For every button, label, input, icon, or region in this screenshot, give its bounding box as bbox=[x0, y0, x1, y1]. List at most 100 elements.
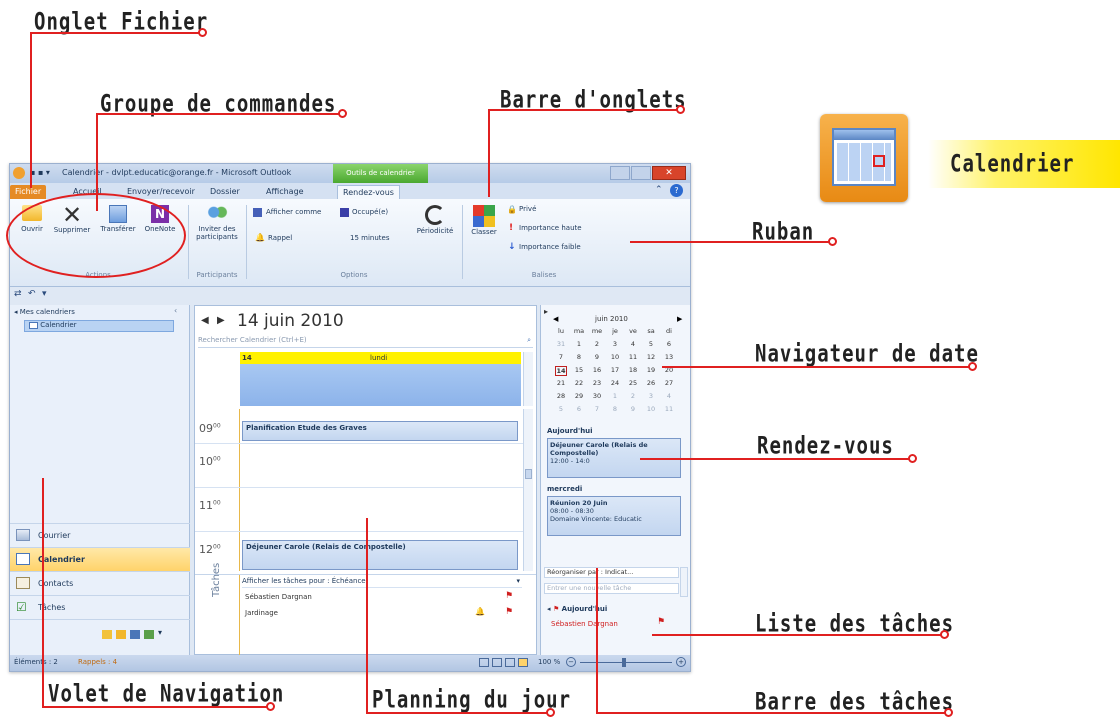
flag-icon[interactable]: ⚑ bbox=[657, 617, 665, 627]
mini-calendar-day[interactable]: 28 bbox=[555, 392, 567, 400]
outlook-icon[interactable] bbox=[13, 167, 25, 179]
mini-calendar-day[interactable]: 19 bbox=[645, 366, 657, 374]
mini-calendar-day[interactable]: 1 bbox=[609, 392, 621, 400]
mini-calendar-day[interactable]: 26 bbox=[645, 379, 657, 387]
mini-calendar-day[interactable]: 8 bbox=[609, 405, 621, 413]
mini-calendar-day[interactable]: 7 bbox=[555, 353, 567, 361]
time-grid-scrollbar[interactable] bbox=[523, 409, 533, 571]
task-item[interactable]: Sébastien Dargnan bbox=[245, 593, 312, 601]
qat-dropdown-icon[interactable]: ▾ bbox=[42, 289, 47, 299]
expand-todo-icon[interactable]: ▸ bbox=[544, 307, 548, 316]
mini-prev-month-icon[interactable]: ◀ bbox=[553, 315, 558, 323]
mini-calendar-day[interactable]: 9 bbox=[591, 353, 603, 361]
nav-courrier[interactable]: Courrier bbox=[10, 523, 190, 547]
flag-icon[interactable]: ⚑ bbox=[505, 591, 513, 601]
inviter-participants-button[interactable]: Inviter des participants bbox=[192, 205, 242, 241]
occupe-dropdown[interactable]: Occupé(e) bbox=[352, 208, 388, 216]
periodicite-button[interactable]: Périodicité bbox=[412, 205, 458, 235]
rappel-minutes-dropdown[interactable]: 15 minutes bbox=[350, 234, 389, 242]
afficher-comme-label[interactable]: Afficher comme bbox=[266, 208, 321, 216]
mini-calendar-day[interactable]: 18 bbox=[627, 366, 639, 374]
mini-calendar-day[interactable]: 3 bbox=[645, 392, 657, 400]
mini-calendar-day[interactable]: 15 bbox=[573, 366, 585, 374]
reminders-count[interactable]: Rappels : 4 bbox=[78, 658, 117, 666]
mini-calendar-day[interactable]: 17 bbox=[609, 366, 621, 374]
collapse-pane-icon[interactable]: ‹ bbox=[174, 306, 177, 315]
classer-button[interactable]: Classer bbox=[466, 205, 502, 236]
prev-day-icon[interactable]: ◀ bbox=[201, 315, 209, 326]
zoom-out-icon[interactable]: − bbox=[566, 657, 576, 667]
zoom-slider-thumb[interactable] bbox=[622, 658, 626, 667]
new-task-input[interactable]: Entrer une nouvelle tâche bbox=[544, 583, 679, 594]
flag-icon[interactable]: ⚑ bbox=[505, 607, 513, 617]
mini-calendar-day[interactable]: 10 bbox=[645, 405, 657, 413]
importance-haute-button[interactable]: Importance haute bbox=[519, 224, 582, 232]
nav-contacts[interactable]: Contacts bbox=[10, 571, 190, 595]
mini-calendar-day[interactable]: 27 bbox=[663, 379, 675, 387]
all-day-scrollbar[interactable] bbox=[523, 352, 533, 406]
mini-calendar-day[interactable]: 6 bbox=[573, 405, 585, 413]
zoom-in-icon[interactable]: + bbox=[676, 657, 686, 667]
mini-calendar-day[interactable]: 14 bbox=[555, 366, 567, 376]
mini-calendar-day[interactable]: 11 bbox=[663, 405, 675, 413]
nav-calendrier[interactable]: Calendrier bbox=[10, 547, 190, 571]
mini-next-month-icon[interactable]: ▶ bbox=[677, 315, 682, 323]
mes-calendriers-header[interactable]: ◂ Mes calendriers bbox=[14, 308, 75, 316]
view-month-icon[interactable] bbox=[518, 658, 528, 667]
mini-calendar-day[interactable]: 3 bbox=[609, 340, 621, 348]
appointment-planification[interactable]: Planification Etude des Graves bbox=[242, 421, 518, 441]
mini-calendar-day[interactable]: 29 bbox=[573, 392, 585, 400]
todo-scrollbar[interactable] bbox=[680, 567, 688, 597]
tab-dossier[interactable]: Dossier bbox=[205, 185, 245, 199]
notes-icon[interactable] bbox=[102, 630, 112, 639]
mini-calendar-day[interactable]: 22 bbox=[573, 379, 585, 387]
mini-calendar-day[interactable]: 21 bbox=[555, 379, 567, 387]
send-receive-icon[interactable]: ⇄ bbox=[14, 289, 22, 299]
journal-icon[interactable] bbox=[144, 630, 154, 639]
maximize-button[interactable] bbox=[631, 166, 651, 180]
all-day-area[interactable] bbox=[240, 364, 521, 406]
zoom-slider[interactable] bbox=[580, 662, 672, 663]
configure-buttons-icon[interactable]: ▾ bbox=[158, 628, 162, 637]
mini-calendar-day[interactable]: 31 bbox=[555, 340, 567, 348]
help-icon[interactable]: ? bbox=[670, 184, 683, 197]
arrange-by-dropdown[interactable]: Réorganiser par : Indicat... bbox=[544, 567, 679, 578]
mini-calendar-day[interactable]: 10 bbox=[609, 353, 621, 361]
calendar-folder-item[interactable]: Calendrier bbox=[24, 320, 174, 332]
task-group-today[interactable]: ◂ ⚑ Aujourd'hui bbox=[547, 605, 607, 613]
mini-calendar-day[interactable]: 23 bbox=[591, 379, 603, 387]
close-button[interactable]: ✕ bbox=[652, 166, 686, 180]
mini-calendar-day[interactable]: 11 bbox=[627, 353, 639, 361]
task-item[interactable]: Jardinage bbox=[245, 609, 278, 617]
shortcuts-icon[interactable] bbox=[130, 630, 140, 639]
mini-calendar-day[interactable]: 6 bbox=[663, 340, 675, 348]
folder-list-icon[interactable] bbox=[116, 630, 126, 639]
todo-task-item[interactable]: Sébastien Dargnan bbox=[551, 620, 618, 628]
upcoming-appointment-2[interactable]: Réunion 20 Juin 08:00 - 08:30 Domaine Vi… bbox=[547, 496, 681, 536]
mini-calendar-day[interactable]: 1 bbox=[573, 340, 585, 348]
task-filter-header[interactable]: Afficher les tâches pour : Échéance ▾ bbox=[242, 577, 522, 588]
mini-calendar-day[interactable]: 8 bbox=[573, 353, 585, 361]
tab-fichier[interactable]: Fichier bbox=[10, 185, 47, 199]
rappel-label[interactable]: Rappel bbox=[268, 234, 292, 242]
mini-calendar-day[interactable]: 2 bbox=[591, 340, 603, 348]
mini-calendar-day[interactable]: 16 bbox=[591, 366, 603, 374]
mini-calendar-day[interactable]: 25 bbox=[627, 379, 639, 387]
mini-calendar-day[interactable]: 4 bbox=[627, 340, 639, 348]
view-normal-icon[interactable] bbox=[479, 658, 489, 667]
mini-calendar-day[interactable]: 2 bbox=[627, 392, 639, 400]
mini-calendar-day[interactable]: 9 bbox=[627, 405, 639, 413]
nav-taches[interactable]: ☑ Tâches bbox=[10, 595, 190, 619]
prive-button[interactable]: Privé bbox=[519, 205, 536, 213]
next-day-icon[interactable]: ▶ bbox=[217, 315, 225, 326]
calendar-search-input[interactable]: Rechercher Calendrier (Ctrl+E) ⌕ bbox=[198, 336, 533, 348]
importance-faible-button[interactable]: Importance faible bbox=[519, 243, 581, 251]
day-header[interactable]: 14 lundi bbox=[240, 352, 521, 364]
mini-calendar-day[interactable]: 4 bbox=[663, 392, 675, 400]
undo-icon[interactable]: ↶ bbox=[28, 289, 36, 299]
tab-affichage[interactable]: Affichage bbox=[261, 185, 309, 199]
scroll-thumb[interactable] bbox=[525, 469, 532, 479]
mini-calendar-day[interactable]: 5 bbox=[555, 405, 567, 413]
view-day-icon[interactable] bbox=[492, 658, 502, 667]
collapse-ribbon-icon[interactable]: ⌃ bbox=[655, 185, 663, 195]
